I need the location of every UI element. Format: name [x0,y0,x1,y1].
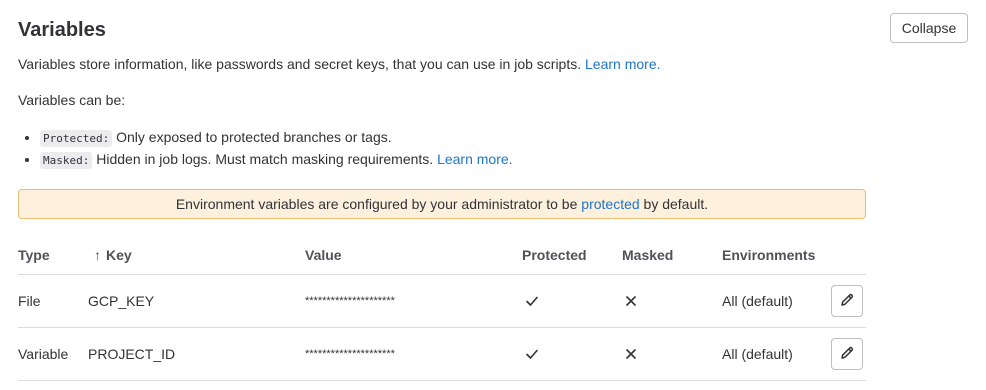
pencil-icon [839,292,855,311]
edit-cell [831,275,863,327]
header-environments: Environments [722,247,816,263]
variable-key: GCP_KEY [88,293,155,309]
table-header-row: Type ↑ Key Value Protected Masked Enviro… [18,236,866,275]
check-icon [525,275,539,327]
header-protected: Protected [522,247,587,263]
variables-can-be-text: Variables can be: [18,92,126,108]
learn-more-link[interactable]: Learn more. [585,56,660,72]
masked-description: Hidden in job logs. Must match masking r… [96,151,434,167]
variable-value-masked: ********************* [305,295,395,307]
edit-variable-button[interactable] [831,338,863,370]
collapse-button[interactable]: Collapse [890,13,968,43]
pencil-icon [839,345,855,364]
edit-variable-button[interactable] [831,285,863,317]
check-icon [525,328,539,380]
variable-options-list: Protected: Only exposed to protected bra… [18,127,513,171]
protected-variables-alert: Environment variables are configured by … [18,189,866,219]
header-masked: Masked [622,247,674,263]
variables-table: Type ↑ Key Value Protected Masked Enviro… [18,236,866,381]
close-icon [624,328,638,380]
variable-type: Variable [18,346,69,362]
list-item-masked: Masked: Hidden in job logs. Must match m… [40,149,513,171]
header-key[interactable]: ↑ Key [94,236,132,274]
edit-cell [831,328,863,380]
variables-settings-section: Variables Collapse Variables store infor… [0,0,986,390]
section-description: Variables store information, like passwo… [18,54,661,74]
section-title: Variables [18,19,106,41]
description-text: Variables store information, like passwo… [18,56,582,72]
sort-arrow-up-icon: ↑ [94,247,101,263]
variable-key: PROJECT_ID [88,346,176,362]
list-item-protected: Protected: Only exposed to protected bra… [40,127,513,149]
variable-environment: All (default) [722,346,793,362]
variable-environment: All (default) [722,293,793,309]
header-key-label: Key [106,247,132,263]
variable-type: File [18,293,41,309]
table-row: File GCP_KEY ********************* All (… [18,275,866,328]
alert-text-before: Environment variables are configured by … [175,196,578,212]
variable-value-masked: ********************* [305,348,395,360]
table-row: Variable PROJECT_ID ********************… [18,328,866,381]
protected-code: Protected: [40,130,113,147]
masked-learn-more-link[interactable]: Learn more. [437,151,512,167]
masked-code: Masked: [40,152,93,169]
alert-text-after: by default. [643,196,709,212]
header-type: Type [18,247,50,263]
close-icon [624,275,638,327]
alert-protected-link[interactable]: protected [581,196,639,212]
header-value: Value [305,247,342,263]
protected-description: Only exposed to protected branches or ta… [116,129,392,145]
